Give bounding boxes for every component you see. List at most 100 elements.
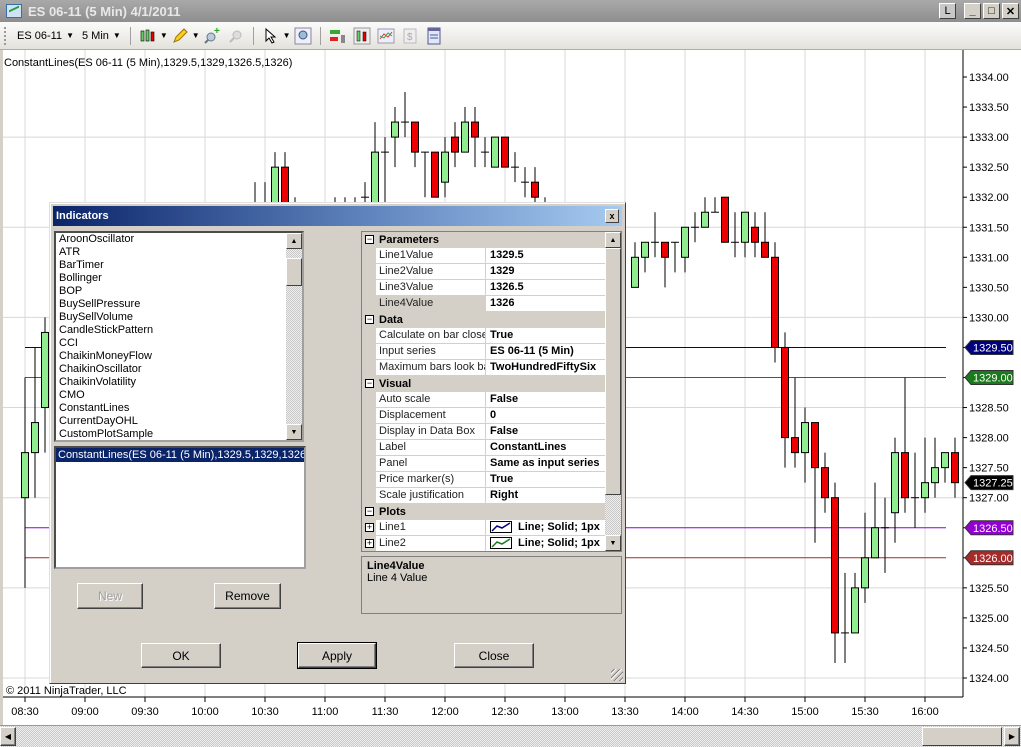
property-row[interactable]: + Line1 Line; Solid; 1px (362, 520, 605, 536)
property-value[interactable]: 1326.5 (485, 280, 605, 296)
property-row[interactable]: Label ConstantLines (362, 440, 605, 456)
horizontal-scrollbar[interactable]: ◀ ▶ (0, 725, 1021, 747)
new-button[interactable]: New (77, 583, 143, 609)
scroll-up-button[interactable]: ▲ (605, 232, 621, 248)
property-category[interactable]: − Data (362, 312, 605, 328)
indicator-list-item[interactable]: AroonOscillator (56, 233, 302, 246)
property-row[interactable]: Scale justification Right (362, 488, 605, 504)
property-category[interactable]: − Plots (362, 504, 605, 520)
indicator-list-item[interactable]: CustomPlotSample (56, 428, 302, 440)
property-scroll-thumb[interactable] (605, 248, 621, 495)
zoom-out-icon[interactable] (227, 27, 245, 45)
property-value[interactable]: False (485, 392, 605, 408)
minimize-button[interactable]: _ (964, 3, 981, 19)
property-row[interactable]: Auto scale False (362, 392, 605, 408)
property-row[interactable]: Line4Value 1326 (362, 296, 605, 312)
interval-dropdown[interactable]: 5 Min ▼ (78, 30, 125, 42)
list-scroll-thumb[interactable] (286, 258, 302, 286)
expand-icon[interactable]: + (365, 523, 374, 532)
property-category[interactable]: − Parameters (362, 232, 605, 248)
property-row[interactable]: Input series ES 06-11 (5 Min) (362, 344, 605, 360)
property-row[interactable]: Price marker(s) True (362, 472, 605, 488)
property-row[interactable]: + Line2 Line; Solid; 1px (362, 536, 605, 551)
indicators-icon[interactable] (377, 27, 395, 45)
indicator-list-item[interactable]: ConstantLines (56, 402, 302, 415)
resize-grip-icon[interactable] (611, 669, 623, 681)
property-value[interactable]: Line; Solid; 1px (485, 520, 605, 536)
ok-button[interactable]: OK (141, 643, 221, 668)
property-value[interactable]: True (485, 328, 605, 344)
collapse-icon[interactable]: − (365, 379, 374, 388)
indicator-list-item[interactable]: BuySellPressure (56, 298, 302, 311)
applied-indicators-list[interactable]: ConstantLines(ES 06-11 (5 Min),1329.5,13… (54, 446, 306, 569)
maximize-button[interactable]: □ (983, 3, 1000, 19)
property-row[interactable]: Maximum bars look back TwoHundredFiftySix (362, 360, 605, 376)
indicator-list-item[interactable]: ChaikinVolatility (56, 376, 302, 389)
property-value[interactable]: 0 (485, 408, 605, 424)
property-value[interactable]: ES 06-11 (5 Min) (485, 344, 605, 360)
property-category[interactable]: − Visual (362, 376, 605, 392)
chevron-down-icon[interactable]: ▼ (160, 31, 168, 40)
collapse-icon[interactable]: − (365, 315, 374, 324)
property-row[interactable]: Display in Data Box False (362, 424, 605, 440)
toolbar-grip[interactable] (4, 26, 7, 45)
magnifier-icon[interactable] (294, 27, 312, 45)
indicator-list-item[interactable]: ATR (56, 246, 302, 259)
indicator-list-item[interactable]: BOP (56, 285, 302, 298)
chevron-down-icon[interactable]: ▼ (192, 31, 200, 40)
bars-icon[interactable] (353, 27, 371, 45)
expand-icon[interactable]: + (365, 539, 374, 548)
scroll-thumb[interactable] (922, 727, 1002, 746)
strategies-icon[interactable] (329, 27, 347, 45)
property-value[interactable]: False (485, 424, 605, 440)
property-value[interactable]: 1329 (485, 264, 605, 280)
collapse-icon[interactable]: − (365, 507, 374, 516)
instrument-dropdown[interactable]: ES 06-11 ▼ (13, 30, 78, 42)
property-scrollbar[interactable]: ▲ ▼ (605, 232, 621, 551)
link-button[interactable]: L (939, 3, 956, 19)
property-row[interactable]: Panel Same as input series (362, 456, 605, 472)
pencil-drawing-tool-icon[interactable] (171, 27, 189, 45)
property-value[interactable]: Right (485, 488, 605, 504)
list-scrollbar[interactable]: ▲ ▼ (286, 233, 302, 440)
indicator-list[interactable]: AroonOscillator ATR BarTimer Bollinger BOP Bu… (54, 231, 304, 442)
scroll-right-button[interactable]: ▶ (1004, 727, 1020, 746)
property-row[interactable]: Line3Value 1326.5 (362, 280, 605, 296)
scroll-down-button[interactable]: ▼ (286, 424, 302, 440)
close-button[interactable]: ✕ (1002, 3, 1019, 19)
scroll-down-button[interactable]: ▼ (605, 535, 621, 551)
collapse-icon[interactable]: − (365, 235, 374, 244)
scroll-left-button[interactable]: ◀ (0, 727, 16, 746)
zoom-in-icon[interactable]: + (203, 26, 221, 45)
properties-icon[interactable] (425, 27, 443, 45)
property-grid[interactable]: − Parameters Line1Value 1329.5 Line2Value 132… (361, 231, 622, 552)
indicator-list-item[interactable]: CurrentDayOHL (56, 415, 302, 428)
property-value[interactable]: Line; Solid; 1px (485, 536, 605, 551)
applied-indicator-item[interactable]: ConstantLines(ES 06-11 (5 Min),1329.5,13… (56, 448, 304, 462)
pointer-cursor-icon[interactable] (262, 27, 280, 45)
property-row[interactable]: Line2Value 1329 (362, 264, 605, 280)
close-dialog-button[interactable]: Close (454, 643, 534, 668)
property-value[interactable]: 1329.5 (485, 248, 605, 264)
property-value[interactable]: TwoHundredFiftySix (485, 360, 605, 376)
dollar-icon[interactable]: $ (401, 27, 419, 45)
property-row[interactable]: Calculate on bar close True (362, 328, 605, 344)
indicator-list-item[interactable]: BarTimer (56, 259, 302, 272)
property-value[interactable]: ConstantLines (485, 440, 605, 456)
property-value[interactable]: Same as input series (485, 456, 605, 472)
property-row[interactable]: Line1Value 1329.5 (362, 248, 605, 264)
property-value[interactable]: True (485, 472, 605, 488)
scroll-up-button[interactable]: ▲ (286, 233, 302, 249)
property-value[interactable]: 1326 (485, 296, 605, 312)
indicator-list-item[interactable]: CandleStickPattern (56, 324, 302, 337)
chart-style-candlestick-icon[interactable] (139, 27, 157, 45)
indicator-list-item[interactable]: Bollinger (56, 272, 302, 285)
indicator-list-item[interactable]: ChaikinMoneyFlow (56, 350, 302, 363)
indicator-list-item[interactable]: CCI (56, 337, 302, 350)
apply-button[interactable]: Apply (297, 642, 377, 669)
chevron-down-icon[interactable]: ▼ (283, 31, 291, 40)
indicator-list-item[interactable]: BuySellVolume (56, 311, 302, 324)
remove-button[interactable]: Remove (214, 583, 281, 609)
dialog-close-button[interactable]: x (605, 209, 619, 223)
indicator-list-item[interactable]: ChaikinOscillator (56, 363, 302, 376)
